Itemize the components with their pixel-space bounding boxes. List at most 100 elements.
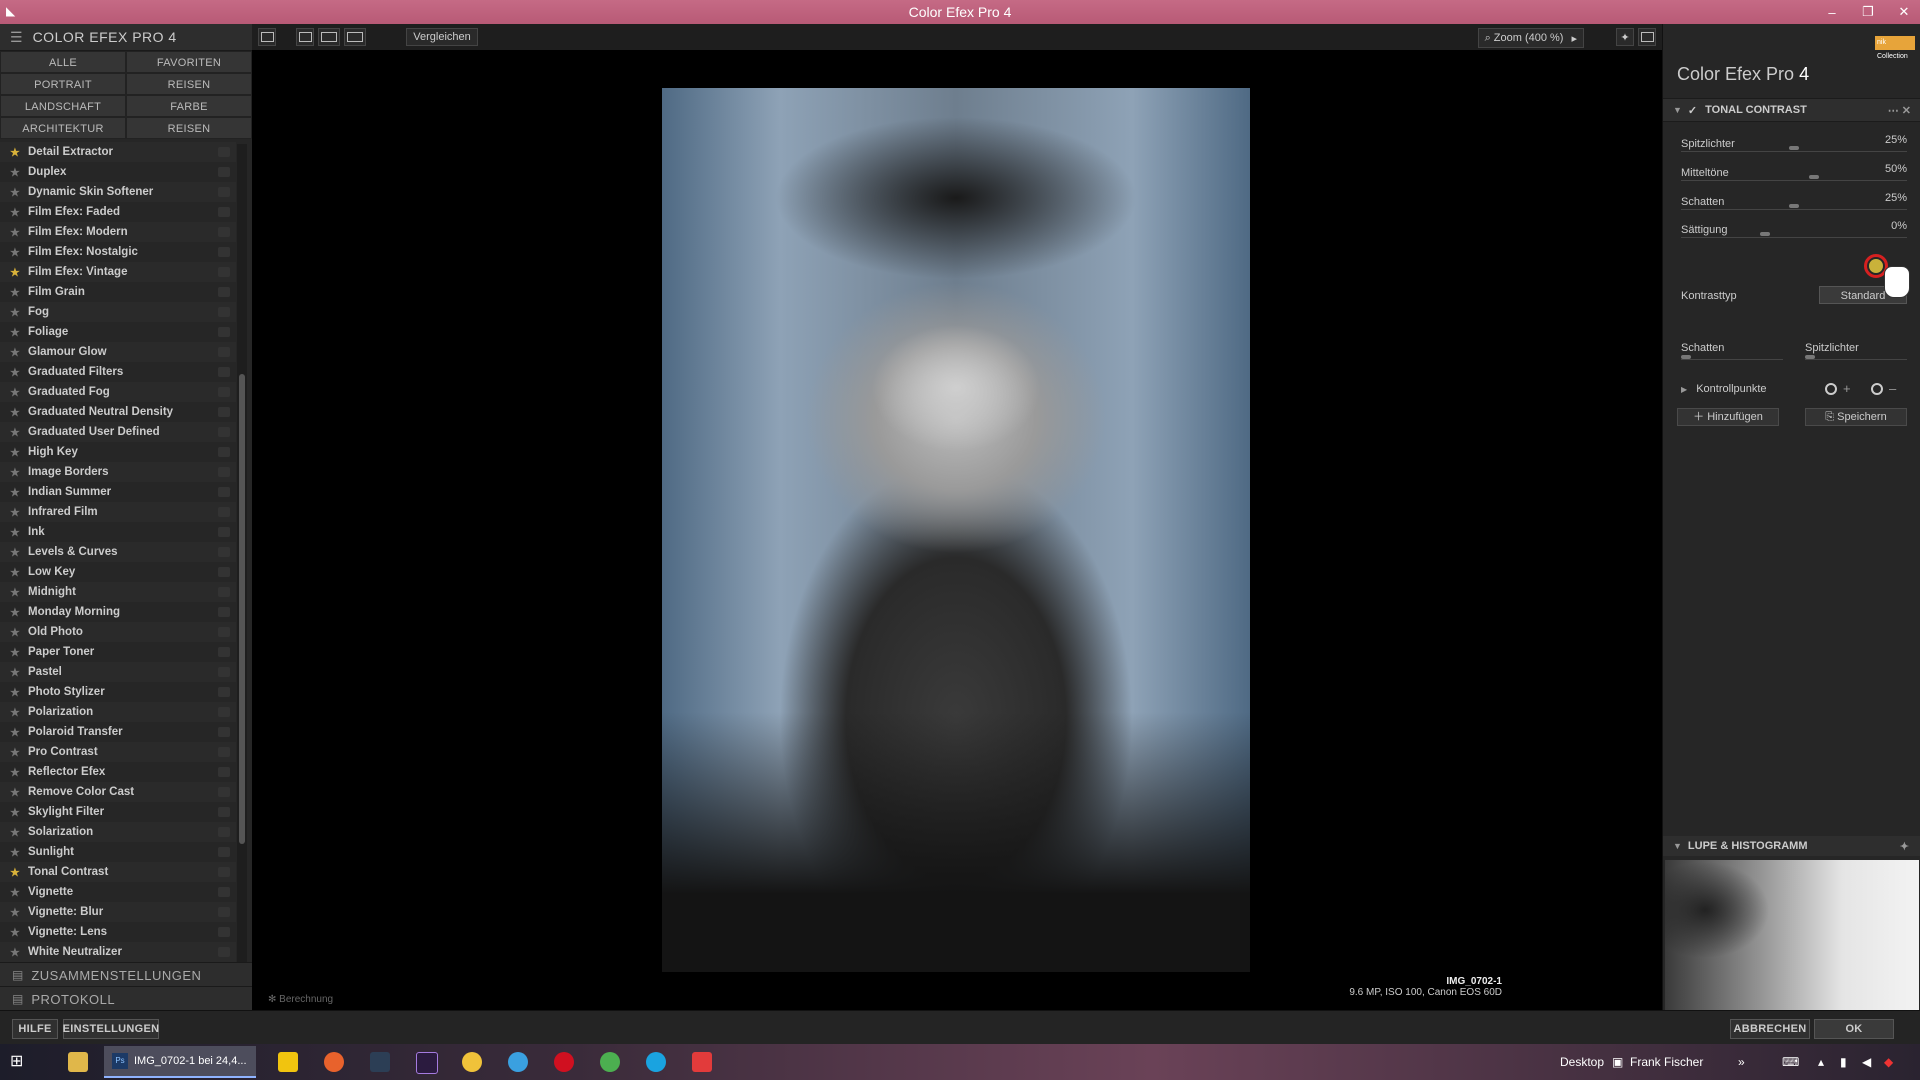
favorite-star-icon[interactable]: ★: [10, 666, 24, 679]
filter-item-options-icon[interactable]: [218, 387, 230, 397]
favorite-star-icon[interactable]: ★: [10, 486, 24, 499]
filter-item-options-icon[interactable]: [218, 847, 230, 857]
plus-icon[interactable]: +: [1843, 380, 1851, 398]
filter-item[interactable]: ★ Detail Extractor: [0, 142, 236, 162]
filter-item[interactable]: ★ Reflector Efex: [0, 762, 236, 782]
favorite-star-icon[interactable]: ★: [10, 566, 24, 579]
filter-item[interactable]: ★ Low Key: [0, 562, 236, 582]
favorite-star-icon[interactable]: ★: [10, 146, 24, 159]
filter-enabled-checkmark-icon[interactable]: ✓: [1688, 104, 1697, 117]
volume-icon[interactable]: ◀: [1862, 1044, 1871, 1080]
filter-item[interactable]: ★ Graduated Fog: [0, 382, 236, 402]
favorite-star-icon[interactable]: ★: [10, 686, 24, 699]
favorite-star-icon[interactable]: ★: [10, 586, 24, 599]
filter-item[interactable]: ★ Sunlight: [0, 842, 236, 862]
collapse-icon[interactable]: ▼: [1673, 105, 1682, 115]
filter-item[interactable]: ★ Midnight: [0, 582, 236, 602]
close-button[interactable]: ✕: [1886, 0, 1920, 24]
filter-item-options-icon[interactable]: [218, 267, 230, 277]
filter-item[interactable]: ★ White Neutralizer: [0, 942, 236, 962]
filter-item-options-icon[interactable]: [218, 407, 230, 417]
filter-item[interactable]: ★ Glamour Glow: [0, 342, 236, 362]
favorite-star-icon[interactable]: ★: [10, 246, 24, 259]
toggle-panel-icon[interactable]: [258, 28, 276, 46]
filter-item[interactable]: ★ Pro Contrast: [0, 742, 236, 762]
filter-item-options-icon[interactable]: [218, 187, 230, 197]
category-reisen-2[interactable]: REISEN: [126, 117, 252, 139]
favorite-star-icon[interactable]: ★: [10, 466, 24, 479]
favorite-star-icon[interactable]: ★: [10, 206, 24, 219]
filter-list-scrollbar[interactable]: [237, 144, 247, 986]
category-farbe[interactable]: FARBE: [126, 95, 252, 117]
param-slider[interactable]: Sättigung 0%: [1681, 220, 1907, 250]
filter-item-options-icon[interactable]: [218, 687, 230, 697]
param-slider[interactable]: Spitzlichter 25%: [1681, 134, 1907, 164]
filter-item-options-icon[interactable]: [218, 287, 230, 297]
filter-item-options-icon[interactable]: [218, 767, 230, 777]
preview-image[interactable]: [662, 88, 1250, 972]
notification-icon[interactable]: ◆: [1884, 1044, 1893, 1080]
filter-item-options-icon[interactable]: [218, 307, 230, 317]
favorite-star-icon[interactable]: ★: [10, 166, 24, 179]
param-slider[interactable]: Mitteltöne 50%: [1681, 163, 1907, 193]
filter-item[interactable]: ★ Dynamic Skin Softener: [0, 182, 236, 202]
tray-desktop[interactable]: Desktop: [1560, 1044, 1604, 1080]
filter-item-options-icon[interactable]: [218, 207, 230, 217]
network-icon[interactable]: ▮: [1840, 1044, 1847, 1080]
filter-item-options-icon[interactable]: [218, 867, 230, 877]
cancel-button[interactable]: ABBRECHEN: [1730, 1019, 1810, 1039]
zoom-arrow-icon[interactable]: ▸: [1571, 32, 1577, 45]
filter-item[interactable]: ★ Infrared Film: [0, 502, 236, 522]
side-by-side-view-icon[interactable]: [344, 28, 366, 46]
favorite-star-icon[interactable]: ★: [10, 366, 24, 379]
favorite-star-icon[interactable]: ★: [10, 726, 24, 739]
filter-item-options-icon[interactable]: [218, 747, 230, 757]
help-button[interactable]: HILFE: [12, 1019, 58, 1039]
filter-item[interactable]: ★ Levels & Curves: [0, 542, 236, 562]
filter-item-options-icon[interactable]: [218, 547, 230, 557]
lightroom-icon[interactable]: [370, 1052, 390, 1072]
favorite-star-icon[interactable]: ★: [10, 526, 24, 539]
filter-item[interactable]: ★ Monday Morning: [0, 602, 236, 622]
filter-item-options-icon[interactable]: [218, 487, 230, 497]
filter-item[interactable]: ★ Vignette: Blur: [0, 902, 236, 922]
filter-item[interactable]: ★ Remove Color Cast: [0, 782, 236, 802]
filter-item[interactable]: ★ Film Efex: Faded: [0, 202, 236, 222]
filter-item-options-icon[interactable]: [218, 327, 230, 337]
favorite-star-icon[interactable]: ★: [10, 226, 24, 239]
filter-item-options-icon[interactable]: [218, 427, 230, 437]
filter-item[interactable]: ★ Pastel: [0, 662, 236, 682]
app-icon-3[interactable]: [508, 1052, 528, 1072]
filter-item[interactable]: ★ Ink: [0, 522, 236, 542]
background-toggle-icon[interactable]: [1638, 28, 1656, 46]
keyboard-icon[interactable]: ⌨: [1782, 1044, 1799, 1080]
filter-item-options-icon[interactable]: [218, 167, 230, 177]
filter-header[interactable]: ▼ ✓ TONAL CONTRAST ⋯ ✕: [1663, 98, 1920, 122]
section-zusammenstellungen[interactable]: ▤ ZUSAMMENSTELLUNGEN: [0, 962, 252, 987]
favorite-star-icon[interactable]: ★: [10, 286, 24, 299]
category-architektur[interactable]: ARCHITEKTUR: [0, 117, 126, 139]
favorite-star-icon[interactable]: ★: [10, 806, 24, 819]
filter-item[interactable]: ★ Solarization: [0, 822, 236, 842]
add-positive-point-icon[interactable]: [1825, 383, 1837, 395]
filter-item-options-icon[interactable]: [218, 367, 230, 377]
menu-icon[interactable]: ☰: [10, 29, 23, 46]
chrome-icon[interactable]: [600, 1052, 620, 1072]
filter-item-options-icon[interactable]: [218, 147, 230, 157]
filter-item[interactable]: ★ Duplex: [0, 162, 236, 182]
pin-icon[interactable]: ✦: [1900, 840, 1909, 853]
slider-track[interactable]: [1681, 151, 1907, 152]
control-points-row[interactable]: ▶ Kontrollpunkte + –: [1681, 380, 1907, 398]
premiere-icon[interactable]: [416, 1052, 438, 1074]
maximize-button[interactable]: ❐: [1850, 0, 1886, 24]
category-favoriten[interactable]: FAVORITEN: [126, 51, 252, 73]
filter-item-options-icon[interactable]: [218, 627, 230, 637]
loupe-pin-icon[interactable]: ✦: [1616, 28, 1634, 46]
filter-item-options-icon[interactable]: [218, 227, 230, 237]
filter-item-options-icon[interactable]: [218, 467, 230, 477]
filter-item-options-icon[interactable]: [218, 947, 230, 957]
filter-item[interactable]: ★ Photo Stylizer: [0, 682, 236, 702]
slider-knob[interactable]: [1789, 146, 1799, 150]
favorite-star-icon[interactable]: ★: [10, 606, 24, 619]
favorite-star-icon[interactable]: ★: [10, 926, 24, 939]
